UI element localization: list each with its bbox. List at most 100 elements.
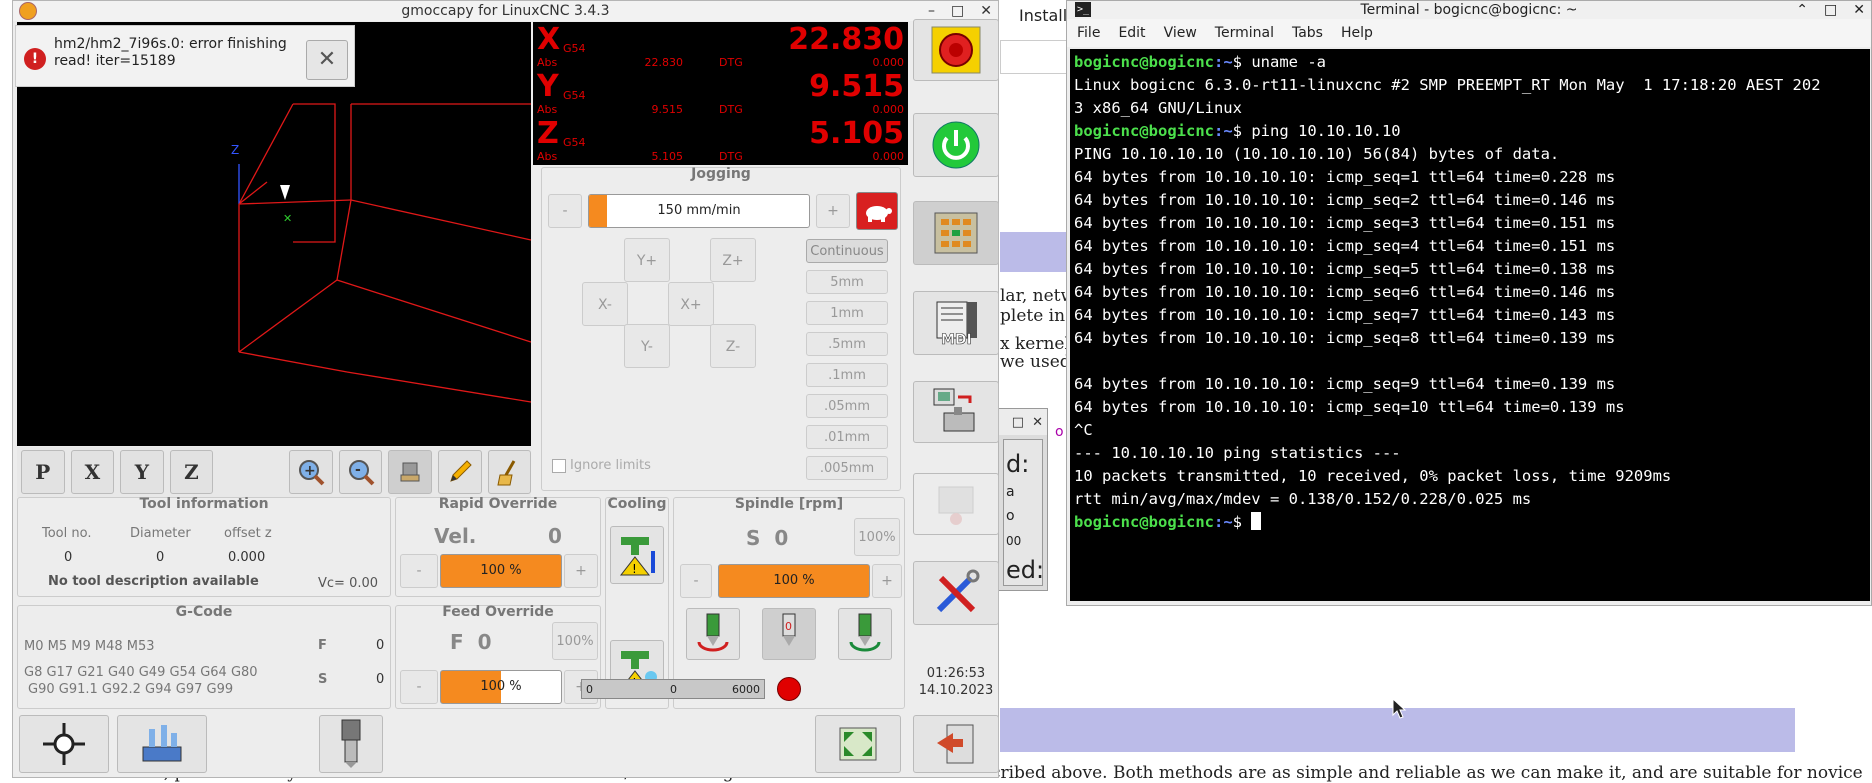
rapid-override-plus-button[interactable]: + — [564, 554, 598, 588]
error-message-text: hm2/hm2_7i96s.0: error finishing read! i… — [54, 36, 287, 69]
jog-increment-0.005mm[interactable]: .005mm — [806, 456, 888, 480]
spindle-stop-icon: 0 — [782, 613, 796, 646]
terminal-line: --- 10.10.10.10 ping statistics --- — [1074, 444, 1401, 462]
jog-speed-minus-button[interactable]: - — [548, 194, 582, 228]
page-text-line: we used — [1000, 352, 1066, 372]
spindle-override-minus-button[interactable]: - — [680, 564, 712, 598]
manual-mode-button[interactable] — [913, 201, 999, 265]
diameter-label: Diameter — [130, 526, 191, 541]
rapid-override-minus-button[interactable]: - — [400, 554, 438, 588]
maximize-icon[interactable]: □ — [951, 1, 964, 21]
tool-change-button[interactable] — [319, 715, 383, 773]
background-dialog: □ ✕ d: a o 00 ed: — [998, 408, 1048, 591]
jog-x-minus-button[interactable]: X- — [582, 282, 628, 326]
clear-plot-button[interactable] — [487, 450, 532, 494]
feed-override-slider[interactable]: 100 % — [440, 670, 562, 704]
maximize-icon[interactable]: □ — [1012, 415, 1024, 430]
checkbox-box[interactable] — [552, 458, 566, 473]
turtle-jog-button[interactable] — [856, 192, 898, 230]
error-close-button[interactable]: ✕ — [306, 40, 348, 80]
jog-z-plus-button[interactable]: Z+ — [710, 238, 756, 282]
feed-label: F — [318, 638, 327, 653]
jog-increment-0.01mm[interactable]: .01mm — [806, 425, 888, 449]
edit-button[interactable] — [437, 450, 482, 494]
dro-z-row[interactable]: Z G54 5.105 Abs 5.105 DTG 0.000 — [533, 116, 908, 163]
spindle-cw-button[interactable] — [838, 608, 892, 660]
auto-mode-button[interactable] — [913, 381, 999, 443]
spindle-speed-value: 0 — [376, 672, 385, 687]
dro-coord-system: G54 — [563, 42, 586, 55]
terminal-output[interactable]: bogicnc@bogicnc:~$ uname -a Linux bogicnc… — [1070, 49, 1870, 601]
terminal-app-icon: >_ — [1075, 2, 1091, 17]
minimize-icon[interactable]: – — [928, 1, 935, 21]
dialog-titlebar: □ ✕ — [999, 409, 1047, 435]
view-y-button[interactable]: Y — [120, 450, 164, 494]
dialog-label: d: — [1006, 450, 1030, 478]
mdi-mode-button[interactable]: MDI — [913, 291, 999, 355]
menu-terminal[interactable]: Terminal — [1215, 25, 1274, 41]
jog-increment-5mm[interactable]: 5mm — [806, 270, 888, 294]
minimize-icon[interactable]: ⌃ — [1796, 1, 1808, 19]
feed-override-minus-button[interactable]: - — [400, 670, 438, 704]
spindle-override-slider[interactable]: 100 % — [718, 564, 870, 598]
ignore-limits-checkbox[interactable]: Ignore limits — [552, 458, 651, 473]
view-perspective-button[interactable]: P — [21, 450, 65, 494]
jog-increment-0.5mm[interactable]: .5mm — [806, 332, 888, 356]
jog-y-plus-button[interactable]: Y+ — [624, 238, 670, 282]
jog-increment-0.1mm[interactable]: .1mm — [806, 363, 888, 387]
view-x-button[interactable]: X — [70, 450, 115, 494]
zoom-in-button[interactable]: + — [289, 450, 333, 494]
dro-dtg-label: DTG — [719, 56, 743, 69]
dro-x-row[interactable]: X G54 22.830 Abs 22.830 DTG 0.000 — [533, 22, 908, 69]
page-link[interactable]: o — [1055, 424, 1064, 440]
menu-edit[interactable]: Edit — [1118, 25, 1145, 41]
touch-off-button[interactable] — [117, 715, 207, 773]
spindle-100-percent-button[interactable]: 100% — [854, 518, 900, 556]
machine-power-button[interactable] — [913, 113, 999, 177]
settings-button-disabled[interactable] — [913, 473, 999, 535]
feed-100-percent-button[interactable]: 100% — [552, 622, 598, 660]
dro-abs-label: Abs — [537, 103, 558, 116]
rapid-override-slider[interactable]: 100 % — [440, 554, 562, 588]
close-icon[interactable]: ✕ — [1853, 1, 1865, 19]
terminal-line: ^C — [1074, 421, 1093, 439]
view-z-button[interactable]: Z — [169, 450, 214, 494]
gmoccapy-titlebar: gmoccapy for LinuxCNC 3.4.3 – □ ✕ — [13, 1, 998, 21]
menu-help[interactable]: Help — [1341, 25, 1373, 41]
jog-z-minus-button[interactable]: Z- — [710, 324, 756, 368]
terminal-line: 64 bytes from 10.10.10.10: icmp_seq=8 tt… — [1074, 329, 1616, 347]
dro-y-row[interactable]: Y G54 9.515 Abs 9.515 DTG 0.000 — [533, 69, 908, 116]
show-dimensions-button[interactable] — [388, 450, 432, 494]
exit-button[interactable] — [913, 715, 999, 773]
jog-speed-slider[interactable]: 150 mm/min — [588, 194, 810, 228]
menu-tabs[interactable]: Tabs — [1292, 25, 1323, 41]
dro-y-dtg-value: 0.000 — [872, 103, 905, 116]
prompt-user: bogicnc@bogicnc — [1074, 513, 1214, 531]
close-icon[interactable]: ✕ — [1032, 415, 1043, 430]
svg-text:0: 0 — [785, 620, 792, 633]
ref-all-button[interactable] — [19, 715, 109, 773]
spindle-stop-button[interactable]: 0 — [762, 608, 816, 660]
dro-axis-label: Z — [537, 116, 559, 151]
jog-x-plus-button[interactable]: X+ — [668, 282, 714, 326]
browser-search-field[interactable] — [1000, 40, 1066, 74]
jog-increment-1mm[interactable]: 1mm — [806, 301, 888, 325]
tools-setup-button[interactable] — [913, 561, 999, 625]
estop-button[interactable] — [913, 19, 999, 81]
flood-coolant-button[interactable]: ! — [610, 526, 664, 584]
jog-speed-plus-button[interactable]: + — [816, 194, 850, 228]
dro-abs-label: Abs — [537, 150, 558, 163]
prompt-sign: $ — [1232, 513, 1242, 531]
jog-increment-0.05mm[interactable]: .05mm — [806, 394, 888, 418]
close-icon[interactable]: ✕ — [980, 1, 992, 21]
zoom-out-button[interactable]: - — [338, 450, 383, 494]
spindle-override-plus-button[interactable]: + — [872, 564, 902, 598]
maximize-icon[interactable]: □ — [1824, 1, 1837, 19]
fullscreen-button[interactable] — [815, 715, 901, 773]
jog-increment-continuous[interactable]: Continuous — [806, 239, 888, 263]
jog-y-minus-button[interactable]: Y- — [624, 324, 670, 368]
menu-file[interactable]: File — [1077, 25, 1100, 41]
jog-speed-value: 150 mm/min — [657, 203, 741, 218]
spindle-ccw-button[interactable] — [686, 608, 740, 660]
menu-view[interactable]: View — [1164, 25, 1197, 41]
